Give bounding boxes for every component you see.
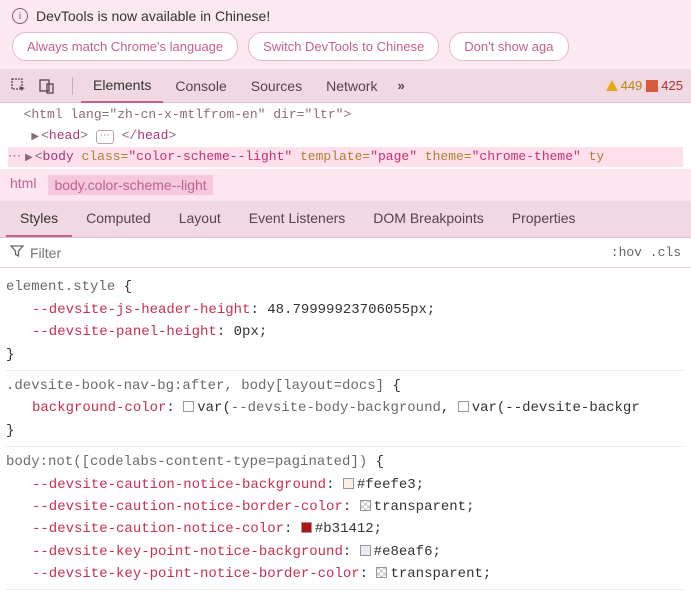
breadcrumb-html[interactable]: html — [10, 175, 36, 195]
tab-styles[interactable]: Styles — [6, 201, 72, 237]
breadcrumb-body[interactable]: body.color-scheme--light — [48, 175, 212, 195]
banner-title: DevTools is now available in Chinese! — [36, 8, 270, 24]
color-swatch[interactable] — [360, 545, 371, 556]
expand-icon[interactable]: ▶ — [31, 130, 39, 146]
filter-bar: :hov .cls — [0, 238, 691, 268]
dom-tree[interactable]: <html lang="zh-cn-x-mtlfrom-en" dir="ltr… — [0, 103, 691, 169]
tab-elements[interactable]: Elements — [81, 69, 163, 103]
always-match-button[interactable]: Always match Chrome's language — [12, 32, 238, 61]
warning-icon — [606, 80, 618, 91]
error-icon — [646, 80, 658, 92]
expand-icon[interactable]: ▶ — [25, 151, 33, 167]
main-toolbar: Elements Console Sources Network » 449 4… — [0, 69, 691, 103]
filter-input[interactable] — [30, 245, 611, 261]
style-rules: element.style { --devsite-js-header-heig… — [0, 268, 691, 594]
tab-sources[interactable]: Sources — [239, 70, 314, 102]
color-swatch[interactable] — [343, 478, 354, 489]
tab-dom-breakpoints[interactable]: DOM Breakpoints — [359, 201, 497, 237]
color-swatch[interactable] — [458, 401, 469, 412]
filter-toggles[interactable]: :hov .cls — [611, 245, 681, 260]
device-toolbar-icon[interactable] — [36, 75, 58, 97]
warnings-badge[interactable]: 449 — [606, 78, 643, 93]
rule-element-style[interactable]: element.style { --devsite-js-header-heig… — [6, 272, 685, 371]
dont-show-button[interactable]: Don't show aga — [449, 32, 568, 61]
more-tabs-icon[interactable]: » — [389, 78, 412, 93]
info-icon: i — [12, 8, 28, 24]
filter-icon[interactable] — [10, 244, 24, 261]
color-swatch[interactable] — [301, 522, 312, 533]
language-banner: i DevTools is now available in Chinese! … — [0, 0, 691, 69]
dom-html-line[interactable]: <html lang="zh-cn-x-mtlfrom-en" dir="ltr… — [8, 105, 683, 126]
ellipsis-icon[interactable]: ⋯ — [96, 130, 114, 144]
tab-console[interactable]: Console — [163, 70, 238, 102]
dom-head-line[interactable]: ▶<head> ⋯ </head> — [8, 126, 683, 147]
dom-body-line[interactable]: ⋯▶<body class="color-scheme--light" temp… — [8, 147, 683, 168]
switch-devtools-button[interactable]: Switch DevTools to Chinese — [248, 32, 439, 61]
tab-properties[interactable]: Properties — [498, 201, 590, 237]
tab-layout[interactable]: Layout — [165, 201, 235, 237]
color-swatch[interactable] — [183, 401, 194, 412]
color-swatch[interactable] — [360, 500, 371, 511]
overflow-dots-icon: ⋯ — [8, 149, 21, 164]
separator — [72, 77, 73, 95]
tab-event-listeners[interactable]: Event Listeners — [235, 201, 360, 237]
rule-body-not-codelabs[interactable]: body:not([codelabs-content-type=paginate… — [6, 447, 685, 590]
styles-tabbar: Styles Computed Layout Event Listeners D… — [0, 201, 691, 238]
rule-devsite-book-nav[interactable]: .devsite-book-nav-bg:after, body[layout=… — [6, 371, 685, 447]
errors-badge[interactable]: 425 — [646, 78, 683, 93]
inspect-icon[interactable] — [8, 75, 30, 97]
tab-computed[interactable]: Computed — [72, 201, 165, 237]
breadcrumb: html body.color-scheme--light — [0, 169, 691, 201]
tab-network[interactable]: Network — [314, 70, 389, 102]
color-swatch[interactable] — [376, 567, 387, 578]
warnings-count: 449 — [621, 78, 643, 93]
errors-count: 425 — [661, 78, 683, 93]
